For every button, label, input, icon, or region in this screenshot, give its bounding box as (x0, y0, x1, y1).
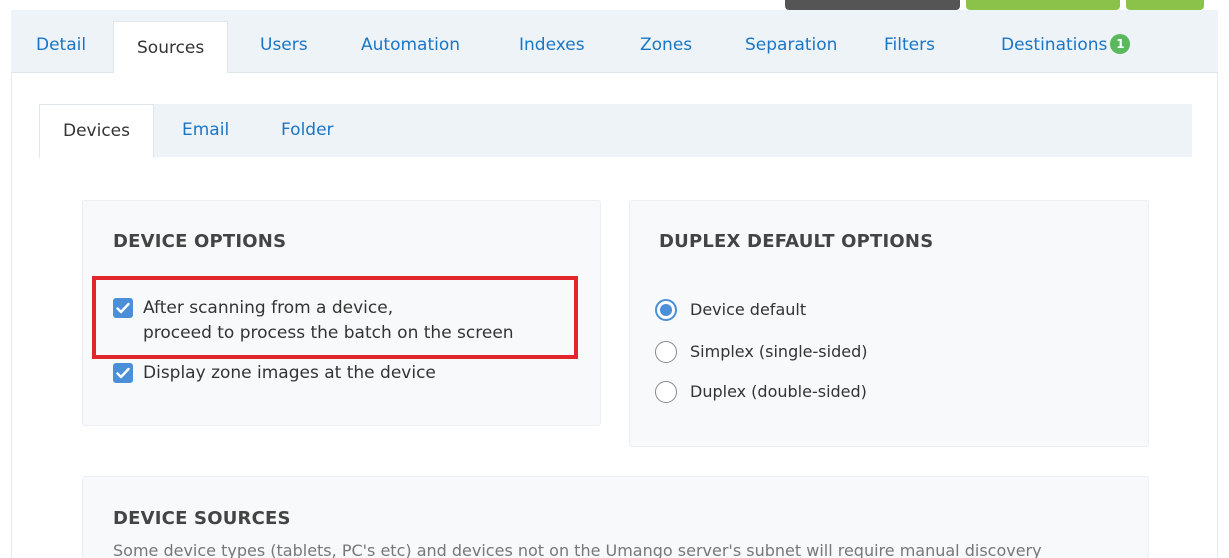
tab-filters[interactable]: Filters (884, 10, 935, 73)
highlight-box (92, 276, 578, 359)
device-sources-title: DEVICE SOURCES (113, 508, 291, 529)
radio-device-default-label: Device default (690, 300, 807, 319)
radio-simplex-label: Simplex (single-sided) (690, 342, 868, 361)
duplex-options-title: DUPLEX DEFAULT OPTIONS (659, 231, 934, 252)
checkmark-icon (116, 367, 130, 379)
tab-zones[interactable]: Zones (640, 10, 692, 73)
display-zone-images-checkbox[interactable] (113, 363, 133, 383)
tab-users[interactable]: Users (260, 10, 308, 73)
page: Detail Sources Users Automation Indexes … (0, 0, 1229, 558)
sub-tab-bar: Devices Email Folder (39, 104, 1192, 158)
toolbar-button-green[interactable] (966, 0, 1120, 10)
radio-simplex[interactable] (655, 341, 677, 363)
subtab-devices[interactable]: Devices (39, 104, 154, 158)
display-zone-images-label: Display zone images at the device (143, 363, 436, 383)
device-options-title: DEVICE OPTIONS (113, 231, 287, 252)
tab-destinations-label: Destinations (1001, 35, 1108, 55)
toolbar-button-dark[interactable] (785, 0, 960, 10)
toolbar-button-green-small[interactable] (1126, 0, 1204, 10)
radio-device-default[interactable] (655, 299, 677, 321)
radio-duplex[interactable] (655, 381, 677, 403)
subtab-email[interactable]: Email (182, 104, 229, 157)
tab-automation[interactable]: Automation (361, 10, 460, 73)
destinations-count-badge: 1 (1110, 34, 1131, 54)
subtab-folder[interactable]: Folder (281, 104, 334, 157)
tab-destinations[interactable]: Destinations 1 (1001, 10, 1131, 73)
main-tab-bar: Detail Sources Users Automation Indexes … (11, 10, 1218, 74)
tab-sources[interactable]: Sources (113, 21, 229, 74)
tab-separation[interactable]: Separation (745, 10, 837, 73)
tab-detail[interactable]: Detail (36, 10, 86, 73)
tab-indexes[interactable]: Indexes (519, 10, 585, 73)
device-sources-description: Some device types (tablets, PC's etc) an… (113, 541, 1042, 558)
radio-duplex-label: Duplex (double-sided) (690, 382, 867, 401)
